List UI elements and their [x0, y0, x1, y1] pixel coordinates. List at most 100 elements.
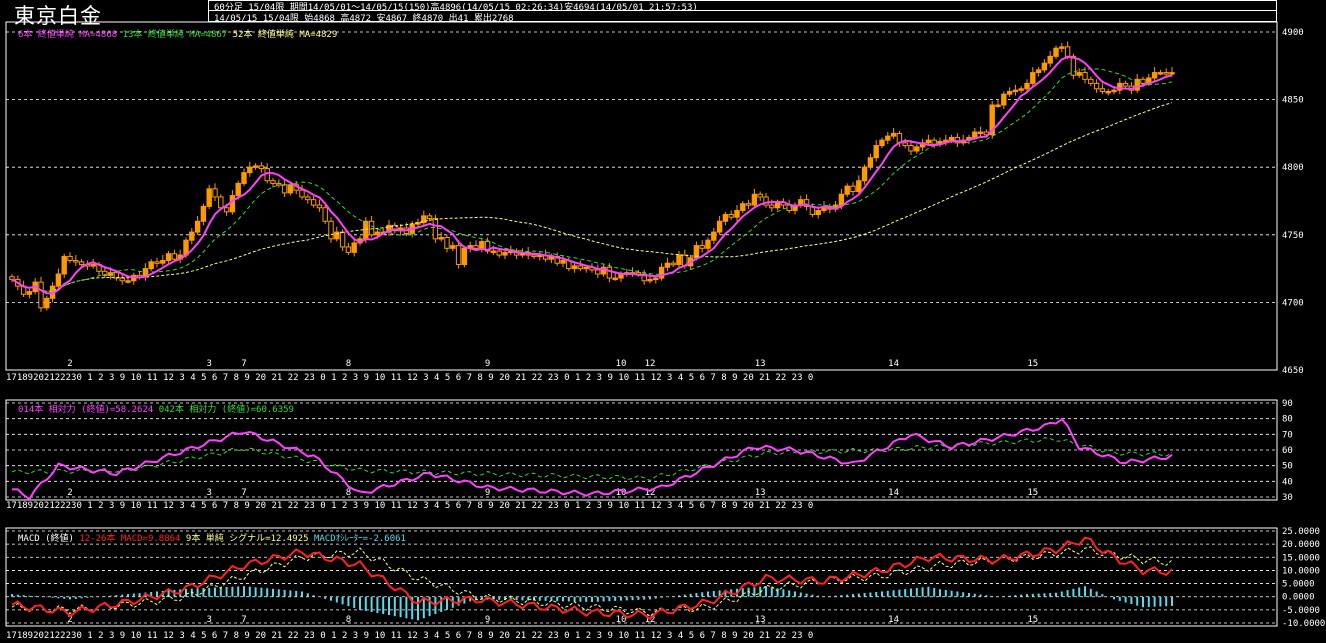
macd-panel: [5, 527, 1278, 627]
candle-body: [734, 209, 740, 218]
candle-body: [560, 259, 566, 264]
candle-body: [844, 185, 850, 195]
candle-body: [67, 255, 73, 261]
macd-day-label: 9: [485, 615, 490, 625]
candle-body: [73, 259, 79, 263]
candle-body: [1088, 78, 1094, 84]
candle-body: [1105, 90, 1111, 94]
candle-body: [206, 188, 212, 207]
candle-body: [322, 207, 328, 222]
candle-body: [316, 204, 323, 209]
candle-body: [9, 276, 15, 280]
price-day-label: 10: [616, 359, 627, 369]
ma6-line: [11, 55, 1173, 295]
candle-body: [995, 104, 1001, 108]
candle-body: [55, 273, 62, 287]
candle-body: [1012, 89, 1019, 93]
macd-tick-label: 0.0000: [1282, 593, 1315, 603]
candle-body: [223, 207, 230, 213]
price-tick-label: 4850: [1282, 96, 1304, 106]
candle-body: [426, 215, 433, 220]
candle-body: [310, 199, 317, 206]
candle-body: [1076, 72, 1082, 76]
candle-body: [119, 277, 125, 282]
macd-tick-label: 20.0000: [1282, 540, 1320, 550]
rsi-tick-label: 50: [1282, 462, 1293, 472]
candle-body: [740, 203, 746, 211]
candle-body: [1035, 69, 1042, 74]
macd-hour-label-row: 17189202122230 1 2 3 9 10 11 12 3 4 5 6 …: [6, 631, 813, 641]
candle-body: [61, 255, 67, 275]
candle-body: [270, 180, 276, 184]
candle-body: [1151, 72, 1158, 79]
candle-body: [1169, 72, 1175, 75]
candle-body: [972, 131, 978, 138]
candle-body: [1064, 46, 1071, 57]
candle-body: [247, 166, 253, 174]
candle-body: [1006, 90, 1013, 95]
candle-body: [496, 250, 502, 256]
candle-body: [925, 139, 932, 144]
candle-body: [38, 281, 44, 309]
rsi-day-label: 7: [241, 488, 246, 498]
candle-body: [769, 204, 775, 209]
rsi42-line: [11, 437, 1173, 482]
candle-body: [1024, 82, 1030, 90]
price-day-label: 3: [206, 359, 211, 369]
candle-body: [479, 241, 485, 249]
candle-body: [189, 231, 195, 241]
rsi-tick-label: 60: [1282, 446, 1293, 456]
candle-body: [705, 239, 711, 249]
candle-body: [711, 231, 717, 241]
candle-body: [583, 266, 589, 270]
candle-body: [461, 247, 468, 266]
candle-body: [571, 265, 578, 270]
macd-tick-label: 25.0000: [1282, 527, 1320, 537]
candle-body: [241, 172, 247, 184]
macd-line: [11, 536, 1173, 621]
candle-body: [26, 291, 33, 295]
candle-body: [444, 237, 450, 249]
macd-tick-label: -5.0000: [1282, 606, 1320, 616]
candle-body: [856, 180, 862, 193]
candle-body: [1157, 72, 1164, 75]
macd-day-label: 8: [346, 615, 351, 625]
candle-body: [90, 264, 96, 267]
price-tick-label: 4750: [1282, 231, 1304, 241]
rsi-day-label: 13: [755, 488, 766, 498]
candle-body: [281, 184, 288, 194]
price-day-label: 14: [888, 359, 899, 369]
candle-body: [774, 201, 781, 209]
candle-body: [1122, 82, 1129, 87]
candle-body: [745, 203, 752, 206]
rsi-day-label: 3: [206, 488, 211, 498]
candle-body: [276, 182, 282, 186]
candle-body: [125, 280, 131, 283]
candle-body: [1082, 72, 1088, 80]
candle-body: [218, 196, 224, 209]
candle-body: [490, 250, 497, 254]
candle-body: [1030, 72, 1036, 84]
candle-body: [1163, 72, 1169, 75]
candle-body: [44, 297, 50, 309]
candle-body: [194, 220, 201, 233]
candle-body: [368, 220, 375, 236]
price-tick-label: 4800: [1282, 163, 1304, 173]
price-tick-label: 4700: [1282, 298, 1304, 308]
candle-body: [653, 277, 659, 281]
candle-body: [374, 231, 381, 236]
candle-body: [160, 259, 166, 264]
candle-body: [328, 220, 334, 240]
rsi-day-label: 14: [888, 488, 899, 498]
candle-body: [873, 145, 879, 159]
ma52-line: [11, 102, 1173, 292]
candle-body: [670, 262, 676, 266]
candle-body: [432, 218, 439, 240]
price-day-label: 8: [346, 359, 351, 369]
candle-body: [148, 261, 154, 270]
candle-body: [1111, 89, 1117, 93]
candle-body: [861, 166, 868, 182]
candle-body: [699, 245, 705, 249]
candle-body: [165, 253, 172, 261]
price-day-label: 13: [755, 359, 766, 369]
